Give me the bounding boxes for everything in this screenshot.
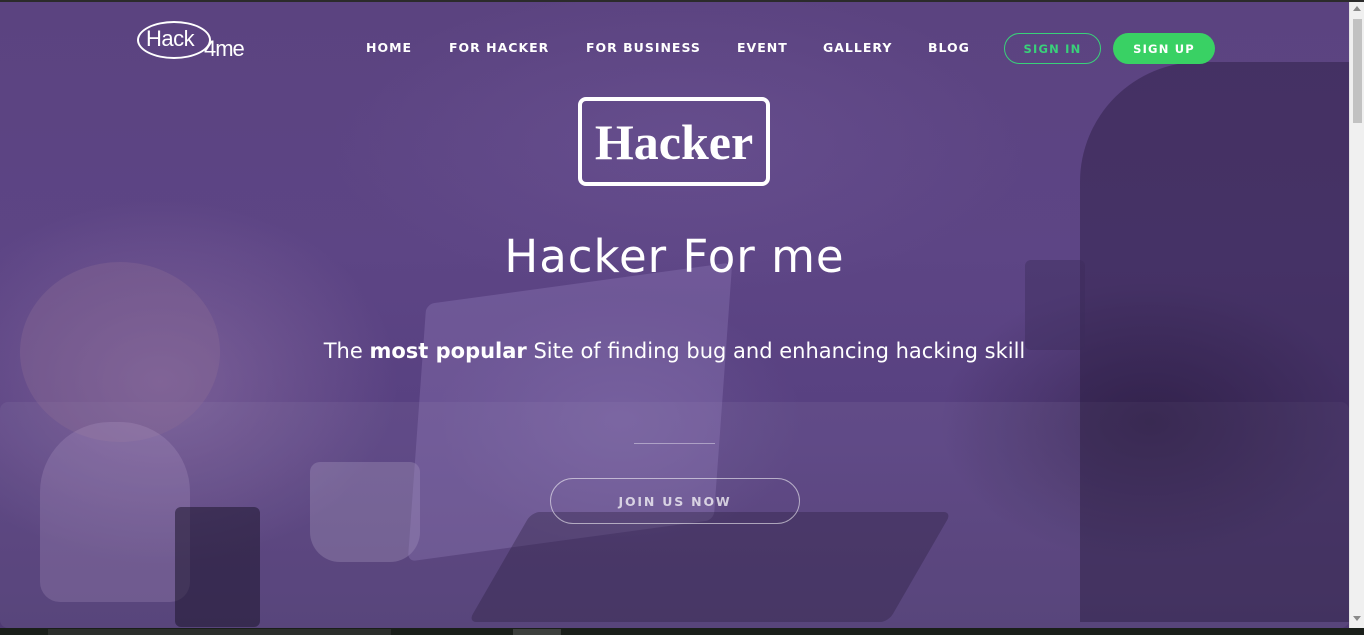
nav-event[interactable]: EVENT <box>737 40 788 55</box>
hero-section: Hack 4me HOME FOR HACKER FOR BUSINESS EV… <box>0 2 1349 628</box>
taskbar-strip <box>0 628 1364 635</box>
background-plant-pot <box>310 462 420 562</box>
taskbar-item[interactable] <box>48 629 391 635</box>
nav-for-hacker[interactable]: FOR HACKER <box>449 40 549 55</box>
nav-home[interactable]: HOME <box>366 40 412 55</box>
background-laptop-keyboard <box>468 512 952 622</box>
hero-headline: Hacker For me <box>504 230 845 283</box>
hero-divider <box>634 443 715 444</box>
taskbar-item[interactable] <box>513 629 561 635</box>
badge-text: Hacker <box>594 113 754 170</box>
nav-blog[interactable]: BLOG <box>928 40 970 55</box>
background-flowers <box>20 262 220 442</box>
hero-subtitle: The most popular Site of finding bug and… <box>318 330 1031 372</box>
logo-main-text: Hack <box>146 26 195 51</box>
background-person <box>1080 62 1349 622</box>
sign-in-button[interactable]: SIGN IN <box>1004 33 1101 64</box>
vertical-scrollbar[interactable] <box>1349 2 1364 628</box>
nav-for-business[interactable]: FOR BUSINESS <box>586 40 701 55</box>
nav-gallery[interactable]: GALLERY <box>823 40 892 55</box>
logo-suffix-text: 4me <box>204 36 245 61</box>
scrollbar-thumb[interactable] <box>1353 19 1362 123</box>
background-vase <box>40 422 190 602</box>
scroll-down-arrow-icon[interactable] <box>1353 616 1361 621</box>
background-pen-cup <box>175 507 260 627</box>
scroll-up-arrow-icon[interactable] <box>1353 6 1361 11</box>
sign-up-button[interactable]: SIGN UP <box>1113 33 1215 64</box>
subtitle-pre: The <box>323 339 370 363</box>
hacker-badge: Hacker <box>578 97 770 186</box>
subtitle-bold: most popular <box>369 339 527 363</box>
join-us-now-button[interactable]: JOIN US NOW <box>550 478 800 524</box>
site-logo[interactable]: Hack 4me <box>137 20 257 64</box>
subtitle-post: Site of finding bug and enhancing hackin… <box>526 339 1026 363</box>
